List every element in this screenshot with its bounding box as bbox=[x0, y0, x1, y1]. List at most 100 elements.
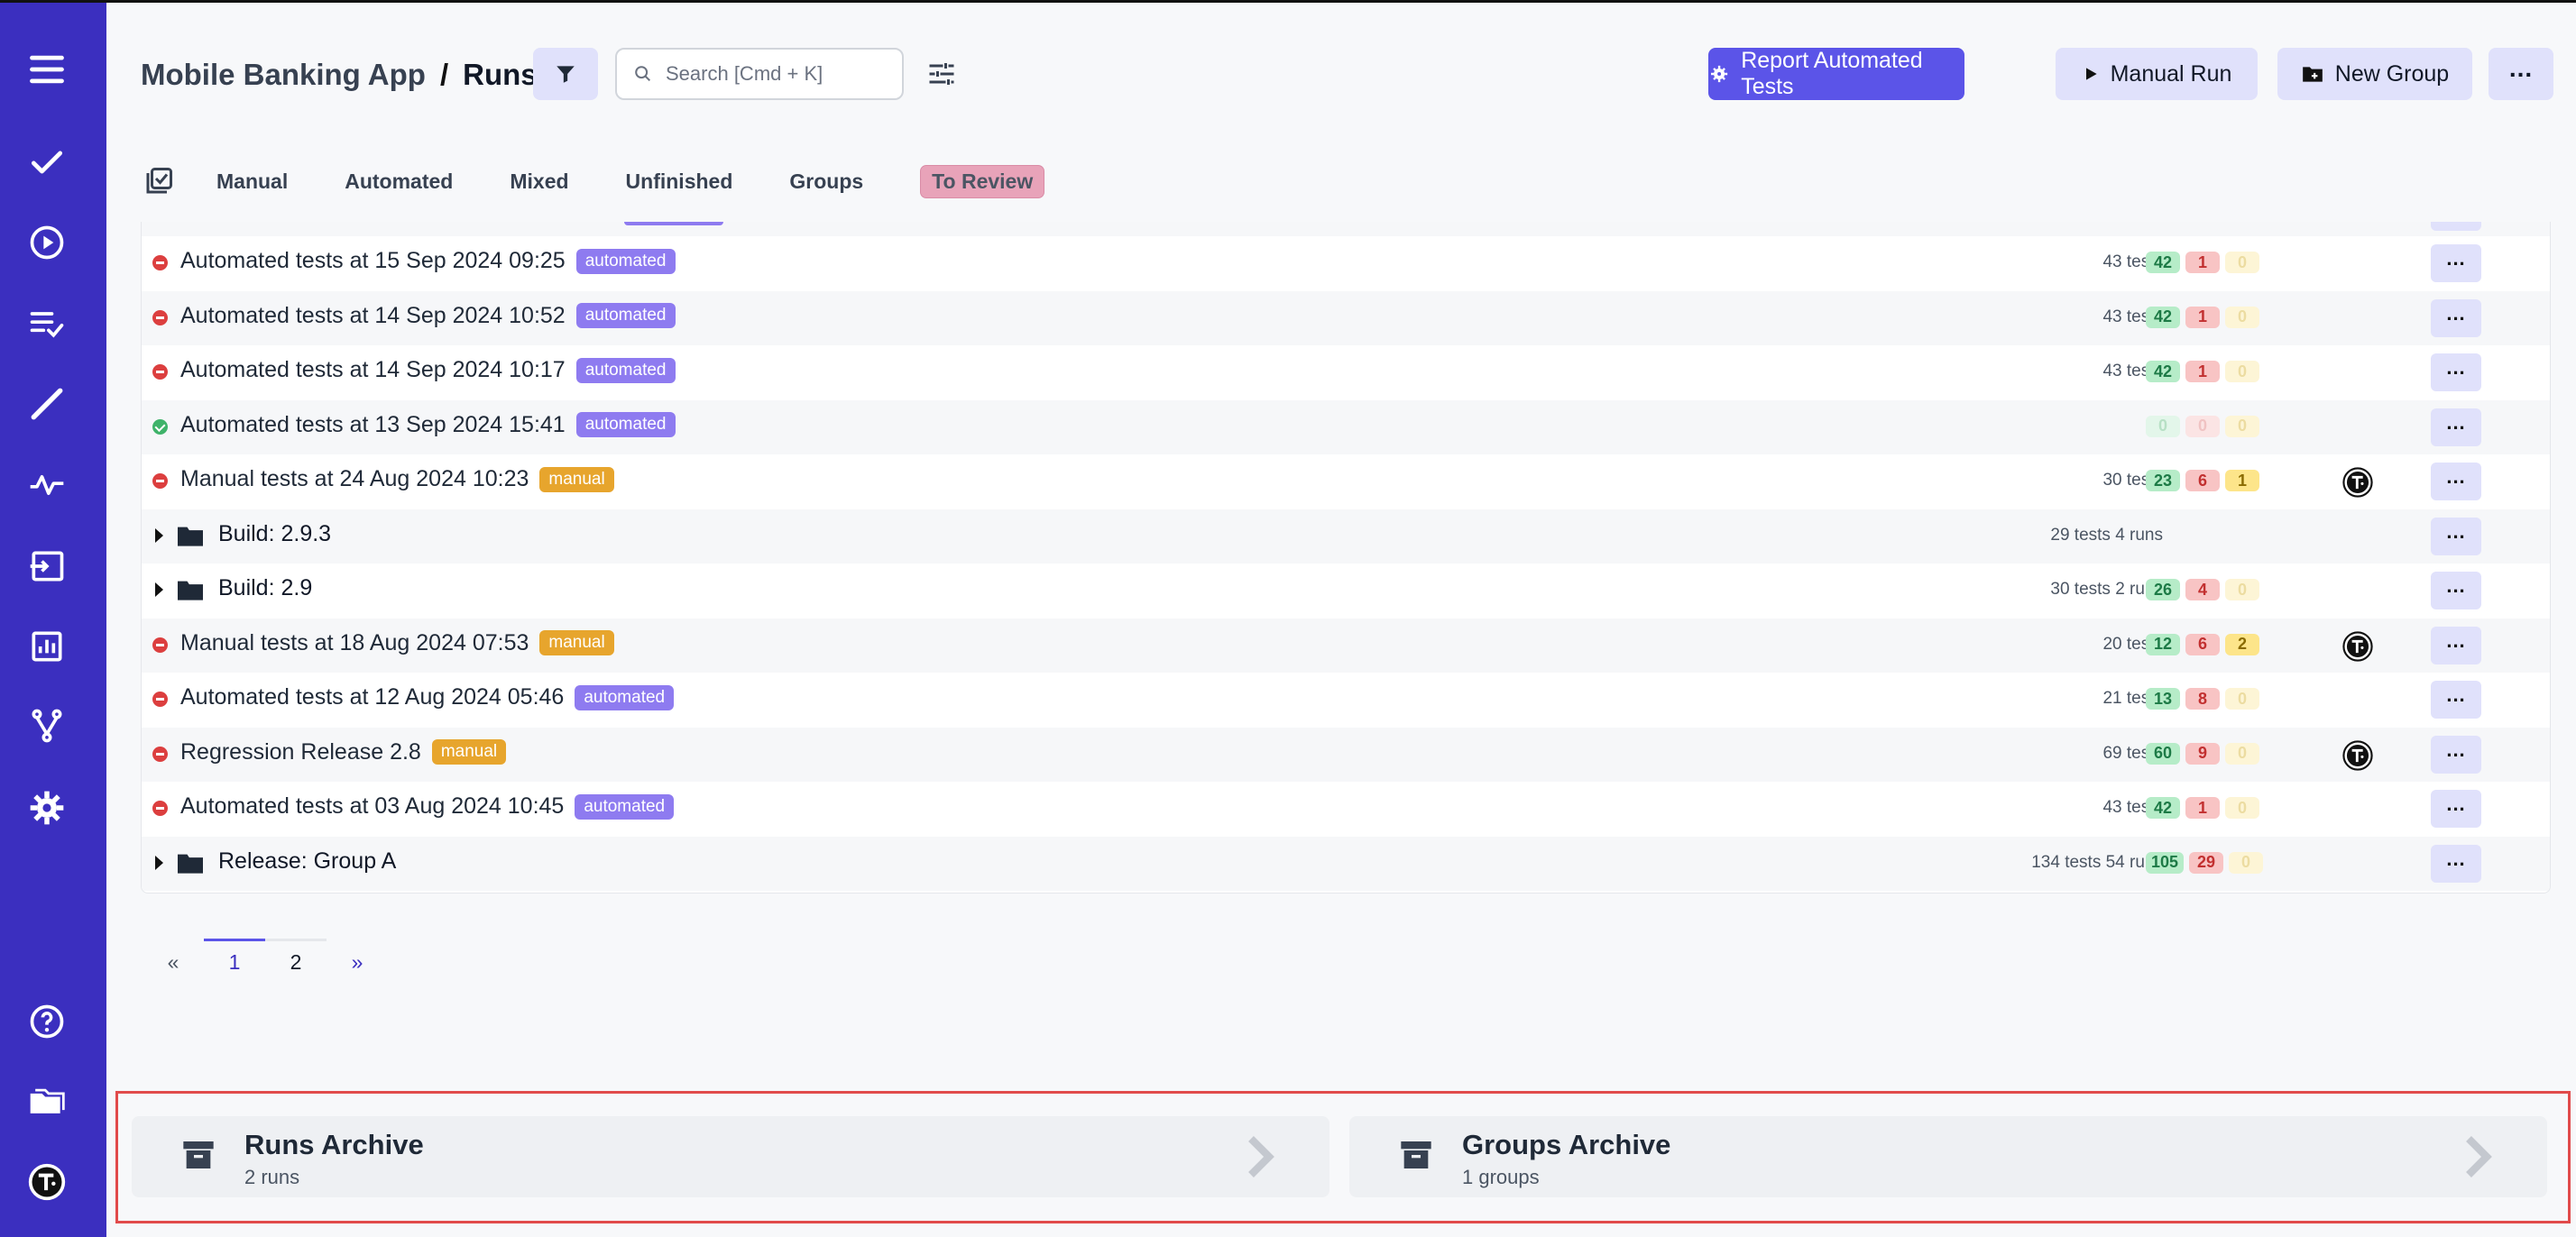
run-name: Automated tests at 12 Aug 2024 05:46 bbox=[180, 684, 565, 710]
help-icon[interactable] bbox=[21, 995, 73, 1048]
assignee-avatar[interactable] bbox=[2342, 739, 2373, 771]
branch-icon[interactable] bbox=[21, 700, 73, 752]
run-row[interactable]: Automated tests at 14 Sep 2024 10:17 auto… bbox=[142, 345, 2550, 399]
row-more-button[interactable]: ... bbox=[2431, 790, 2481, 828]
expand-caret-icon[interactable] bbox=[155, 527, 163, 543]
groups-archive-title: Groups Archive bbox=[1462, 1129, 1671, 1160]
run-title[interactable]: Automated tests at 12 Aug 2024 05:46 auto… bbox=[180, 684, 675, 710]
group-title[interactable]: Release: Group A bbox=[218, 848, 396, 875]
runs-table: Automated tests at 15 Sep 2024 09:25 auto… bbox=[141, 222, 2551, 893]
runs-archive-card[interactable]: Runs Archive 2 runs bbox=[132, 1116, 1329, 1197]
run-title[interactable]: Manual tests at 18 Aug 2024 07:53 manual bbox=[180, 630, 614, 656]
row-more-button[interactable]: ... bbox=[2431, 463, 2481, 500]
run-row[interactable]: Automated tests at 13 Sep 2024 15:41 auto… bbox=[142, 399, 2550, 454]
run-title[interactable]: Regression Release 2.8 manual bbox=[180, 739, 507, 765]
tab-to-review[interactable]: To Review bbox=[920, 164, 1045, 198]
tune-settings-icon[interactable] bbox=[925, 58, 958, 90]
folder-icon bbox=[178, 854, 203, 874]
row-more-label: ... bbox=[2446, 410, 2466, 434]
run-title[interactable]: Automated tests at 15 Sep 2024 09:25 auto… bbox=[180, 248, 676, 274]
run-row[interactable]: Regression Release 2.8 manual 69 tests 60 … bbox=[142, 727, 2550, 782]
row-more-label: ... bbox=[2446, 519, 2466, 543]
tab-manual[interactable]: Manual bbox=[216, 170, 288, 194]
failed-count: 1 bbox=[2185, 306, 2220, 328]
checklist-icon[interactable] bbox=[21, 298, 73, 350]
row-more-label: ... bbox=[2446, 465, 2466, 488]
import-icon[interactable] bbox=[21, 540, 73, 592]
projects-folder-icon[interactable] bbox=[21, 1076, 73, 1128]
row-more-button[interactable]: ... bbox=[2431, 572, 2481, 609]
tab-automated[interactable]: Automated bbox=[345, 170, 453, 194]
groups-archive-card[interactable]: Groups Archive 1 groups bbox=[1349, 1116, 2547, 1197]
group-row[interactable]: Release: Group A 134 tests 54 runs 105 29… bbox=[142, 836, 2550, 891]
pagination-next[interactable]: » bbox=[327, 939, 388, 984]
run-row[interactable]: Manual tests at 24 Aug 2024 10:23 manual 3… bbox=[142, 454, 2550, 509]
folder-icon bbox=[178, 527, 203, 546]
table-row-cut-off bbox=[142, 222, 2550, 236]
run-title[interactable]: Automated tests at 14 Sep 2024 10:52 auto… bbox=[180, 303, 676, 329]
pagination-page-1[interactable]: 1 bbox=[204, 939, 265, 984]
tab-unfinished[interactable]: Unfinished bbox=[626, 170, 733, 194]
expand-caret-icon[interactable] bbox=[155, 582, 163, 597]
search-box[interactable] bbox=[615, 48, 904, 100]
run-title[interactable]: Manual tests at 24 Aug 2024 10:23 manual bbox=[180, 466, 614, 492]
group-title[interactable]: Build: 2.9.3 bbox=[218, 521, 331, 547]
pagination-page-2[interactable]: 2 bbox=[265, 939, 327, 984]
run-type-tag: automated bbox=[575, 248, 676, 274]
row-more-button[interactable]: ... bbox=[2431, 517, 2481, 555]
row-more-button[interactable]: ... bbox=[2431, 353, 2481, 391]
expand-caret-icon[interactable] bbox=[155, 855, 163, 870]
user-avatar[interactable] bbox=[21, 1156, 73, 1208]
folder-plus-icon bbox=[2302, 67, 2323, 82]
analytics-icon[interactable] bbox=[21, 620, 73, 673]
run-title[interactable]: Automated tests at 13 Sep 2024 15:41 auto… bbox=[180, 412, 676, 438]
report-automated-tests-button[interactable]: Report Automated Tests bbox=[1708, 48, 1964, 100]
pagination-prev[interactable]: « bbox=[143, 939, 204, 984]
pulse-icon[interactable] bbox=[21, 459, 73, 511]
tab-mixed[interactable]: Mixed bbox=[510, 170, 568, 194]
run-row[interactable]: Automated tests at 14 Sep 2024 10:52 auto… bbox=[142, 290, 2550, 345]
run-title[interactable]: Automated tests at 03 Aug 2024 10:45 auto… bbox=[180, 793, 675, 820]
search-input[interactable] bbox=[666, 62, 882, 86]
checkmark-icon[interactable] bbox=[21, 136, 73, 188]
play-circle-icon[interactable] bbox=[21, 216, 73, 269]
assignee-avatar[interactable] bbox=[2342, 467, 2373, 498]
assignee-avatar[interactable] bbox=[2342, 630, 2373, 662]
tab-groups[interactable]: Groups bbox=[789, 170, 863, 194]
runs-archive-count: 2 runs bbox=[244, 1166, 300, 1188]
new-group-label: New Group bbox=[2334, 60, 2450, 87]
run-row[interactable]: Automated tests at 03 Aug 2024 10:45 auto… bbox=[142, 782, 2550, 836]
archive-box-icon bbox=[183, 1141, 214, 1168]
row-more-button[interactable]: ... bbox=[2431, 626, 2481, 664]
row-more-button[interactable]: ... bbox=[2431, 244, 2481, 282]
run-row[interactable]: Automated tests at 12 Aug 2024 05:46 auto… bbox=[142, 673, 2550, 727]
select-all-checkbox-icon[interactable] bbox=[143, 165, 175, 197]
row-more-button[interactable]: ... bbox=[2431, 844, 2481, 883]
main-content: Mobile Banking App / Runs Report Automat… bbox=[106, 0, 2576, 1237]
row-more-button[interactable]: ... bbox=[2431, 681, 2481, 719]
group-row[interactable]: Build: 2.9 30 tests 2 runs 26 4 0 ... bbox=[142, 564, 2550, 618]
manual-run-button[interactable]: Manual Run bbox=[2056, 48, 2258, 100]
run-title[interactable]: Automated tests at 14 Sep 2024 10:17 auto… bbox=[180, 357, 676, 383]
breadcrumb-separator: / bbox=[439, 58, 449, 91]
passed-count: 23 bbox=[2146, 470, 2180, 491]
test-count: 134 tests 54 runs bbox=[2031, 852, 2163, 872]
new-group-button[interactable]: New Group bbox=[2277, 48, 2472, 100]
run-row[interactable]: Automated tests at 15 Sep 2024 09:25 auto… bbox=[142, 236, 2550, 290]
more-actions-button[interactable]: ... bbox=[2489, 48, 2553, 100]
filter-button[interactable] bbox=[533, 48, 598, 100]
result-counters: 60 9 0 bbox=[2146, 742, 2259, 765]
run-row[interactable]: Manual tests at 18 Aug 2024 07:53 manual 2… bbox=[142, 618, 2550, 673]
menu-icon[interactable] bbox=[21, 43, 73, 96]
row-more-button[interactable]: ... bbox=[2431, 735, 2481, 774]
row-more-button[interactable]: ... bbox=[2431, 298, 2481, 337]
run-type-tag: automated bbox=[575, 357, 676, 383]
steps-icon[interactable] bbox=[21, 378, 73, 430]
group-title[interactable]: Build: 2.9 bbox=[218, 575, 312, 601]
skipped-count: 0 bbox=[2225, 361, 2259, 382]
breadcrumb-project[interactable]: Mobile Banking App bbox=[141, 58, 426, 92]
settings-gear-icon[interactable] bbox=[21, 782, 73, 834]
row-more-button[interactable]: ... bbox=[2431, 408, 2481, 446]
group-row[interactable]: Build: 2.9.3 29 tests 4 runs... bbox=[142, 509, 2550, 564]
tag-remnant bbox=[624, 222, 723, 225]
